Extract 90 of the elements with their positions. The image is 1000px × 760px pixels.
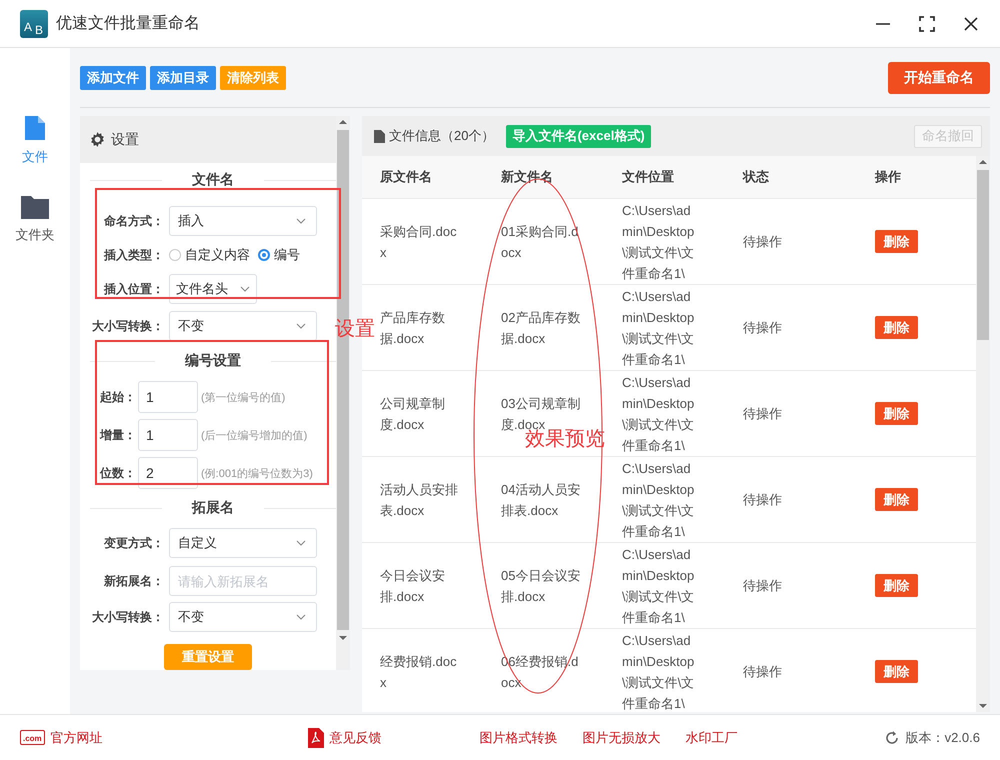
footer-link[interactable]: .com 官方网址 (20, 728, 103, 746)
close-icon[interactable] (962, 14, 980, 32)
section-heading: 编号设置 (185, 352, 241, 370)
table-cell: 公司规章制度.docx (380, 396, 445, 432)
table-cell: 待操作 (743, 406, 782, 421)
delete-button[interactable]: 删除 (875, 316, 918, 339)
table-cell: C:\Users\admin\Desktop\测试文件\文件重命名1\ (622, 374, 694, 452)
folder-icon (20, 194, 50, 220)
case-dropdown[interactable]: 不变 (169, 311, 317, 341)
table-cell: 02产品库存数据.docx (501, 310, 580, 346)
delete-button[interactable]: 删除 (875, 488, 918, 511)
delete-button[interactable]: 删除 (875, 230, 918, 253)
chevron-icon (240, 286, 250, 292)
field-label: 增量： (100, 426, 137, 444)
table-cell: 待操作 (743, 664, 782, 679)
delete-button[interactable]: 删除 (875, 574, 918, 597)
table-cell: 待操作 (743, 234, 782, 249)
naming-mode-dropdown[interactable]: 插入 (169, 206, 317, 236)
column-header: 原文件名 (379, 168, 433, 186)
case-dropdown[interactable]: 不变 (169, 602, 317, 632)
table-cell: C:\Users\admin\Desktop\测试文件\文件重命名1\ (622, 288, 694, 366)
delete-button[interactable]: 删除 (875, 660, 918, 683)
table-cell: C:\Users\admin\Desktop\测试文件\文件重命名1\ (622, 546, 694, 624)
sidebar-item[interactable]: 文件夹 (16, 194, 54, 244)
annotation-text: 设置 (335, 317, 375, 342)
footer-link[interactable]: 图片格式转换 (480, 728, 558, 746)
chevron-icon (296, 218, 306, 224)
number-input[interactable]: 2 (138, 457, 198, 489)
logo-letter: A (24, 20, 32, 34)
field-hint: (例:001的编号位数为3) (201, 466, 313, 480)
pdf-icon (308, 728, 324, 748)
window-title: 优速文件批量重命名 (56, 14, 200, 34)
website-icon: .com (20, 730, 45, 745)
field-hint: (第一位编号的值) (201, 390, 286, 404)
toolbar-button[interactable]: 添加目录 (150, 66, 216, 90)
fullscreen-icon[interactable] (918, 14, 936, 32)
field-label: 变更方式： (102, 534, 164, 552)
column-header: 状态 (741, 168, 770, 186)
document-icon (23, 114, 47, 142)
field-label: 命名方式： (103, 212, 164, 230)
field-label: 新拓展名： (103, 572, 164, 590)
table-cell: C:\Users\admin\Desktop\测试文件\文件重命名1\ (622, 202, 694, 280)
change-mode-dropdown[interactable]: 自定义 (169, 528, 317, 558)
document-icon (374, 130, 385, 142)
number-input[interactable]: 1 (138, 381, 198, 413)
start-rename-button[interactable]: 开始重命名 (888, 62, 990, 94)
table-cell: 活动人员安排表.docx (380, 482, 458, 518)
scrollbar[interactable] (976, 156, 990, 712)
table-cell: 今日会议安排.docx (380, 568, 445, 604)
panel-title: 文件信息（20个） (389, 127, 494, 145)
radio-option[interactable]: 自定义内容 (169, 246, 250, 264)
footer-link[interactable]: 图片无损放大 (582, 728, 661, 746)
number-input[interactable]: 1 (138, 419, 198, 451)
column-header: 操作 (875, 168, 902, 186)
chevron-icon (296, 323, 306, 329)
radio-option[interactable]: 编号 (258, 246, 300, 264)
table-cell: C:\Users\admin\Desktop\测试文件\文件重命名1\ (622, 460, 694, 538)
field-label: 大小写转换： (91, 318, 164, 334)
table-cell: 04活动人员安排表.docx (501, 482, 580, 518)
logo-letter: B (35, 22, 44, 36)
toolbar-button[interactable]: 添加文件 (80, 66, 146, 90)
table-cell: C:\Users\admin\Desktop\测试文件\文件重命名1\ (622, 632, 694, 710)
table-cell: 采购合同.docx (380, 224, 457, 260)
panel-title: 设置 (111, 130, 139, 148)
table-cell: 待操作 (743, 578, 782, 593)
field-label: 插入类型： (102, 246, 164, 264)
refresh-icon (884, 730, 900, 746)
delete-button[interactable]: 删除 (875, 402, 918, 425)
column-header: 文件位置 (621, 168, 675, 186)
field-label: 位数： (100, 464, 137, 482)
footer-link[interactable]: 水印工厂 (686, 728, 738, 746)
section-heading: 文件名 (192, 171, 234, 189)
section-heading: 拓展名 (192, 499, 234, 517)
footer-link[interactable]: 意见反馈 (308, 728, 382, 748)
field-label: 起始： (100, 388, 137, 406)
table-cell: 待操作 (743, 320, 782, 335)
chevron-icon (296, 614, 306, 620)
table-cell: 经费报销.docx (380, 654, 457, 690)
field-hint: (后一位编号增加的值) (201, 428, 308, 442)
insert-position-dropdown[interactable]: 文件名头 (169, 274, 257, 304)
chevron-icon (296, 540, 306, 546)
table-cell: 产品库存数据.docx (380, 310, 445, 346)
extension-input[interactable]: 请输入新拓展名 (169, 566, 317, 596)
settings-icon (90, 132, 105, 147)
table-cell: 待操作 (743, 492, 782, 507)
sidebar-item[interactable]: 文件 (22, 114, 48, 166)
field-label: 插入位置： (102, 280, 164, 298)
field-label: 大小写转换： (91, 608, 164, 626)
table-cell: 05今日会议安排.docx (501, 568, 580, 604)
version-label: 版本：v2.0.6 (906, 728, 980, 746)
